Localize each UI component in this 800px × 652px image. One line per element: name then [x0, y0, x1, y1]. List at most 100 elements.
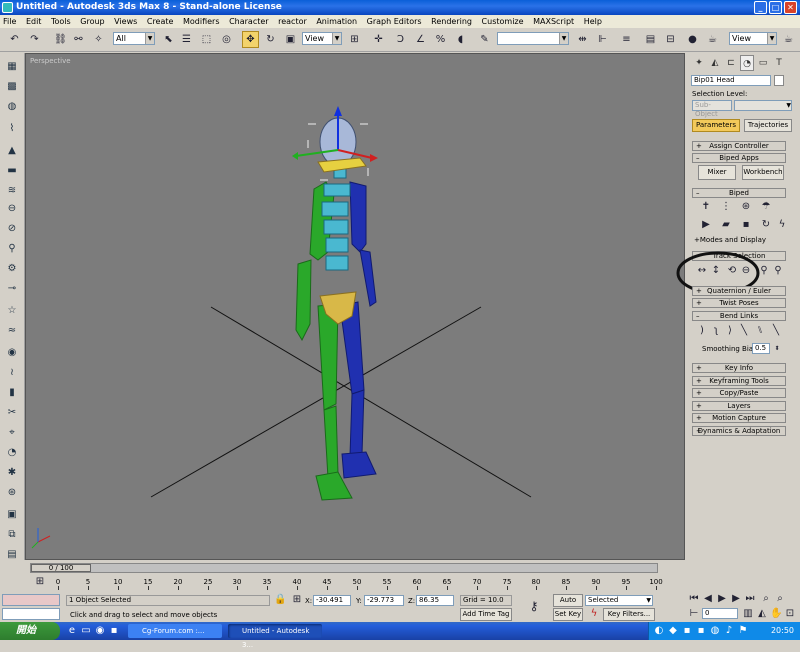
mixer-button[interactable]: Mixer: [698, 165, 736, 180]
tray-icon-5[interactable]: ◍: [709, 625, 721, 637]
selection-region-icon[interactable]: ⬚: [198, 31, 215, 48]
biped-rollout[interactable]: Biped: [692, 188, 786, 198]
opposite-icon[interactable]: ⚲: [772, 265, 784, 277]
selection-filter-select[interactable]: All ▼: [113, 32, 155, 45]
zoom-icon[interactable]: ⌕: [760, 593, 772, 605]
convert-icon[interactable]: ↻: [760, 219, 772, 231]
tab-parameters[interactable]: Parameters: [692, 119, 740, 132]
rope-collection-icon[interactable]: ⌇: [4, 121, 20, 136]
select-and-scale-icon[interactable]: ▣: [282, 31, 299, 48]
select-and-rotate-icon[interactable]: ↻: [262, 31, 279, 48]
twist-poses-rollout[interactable]: Twist Poses: [692, 298, 786, 308]
car-wheel-icon[interactable]: ⊸: [4, 281, 20, 296]
named-selection-select[interactable]: ▼: [497, 32, 569, 45]
time-slider[interactable]: 0 / 100: [30, 563, 658, 573]
tray-icon-4[interactable]: ▪: [695, 625, 707, 637]
snap-toggle-icon[interactable]: Ɔ: [392, 31, 409, 48]
key-mode-select[interactable]: Selected ▼: [585, 595, 653, 606]
minimize-button[interactable]: _: [754, 1, 767, 14]
preview-animation-icon[interactable]: ▣: [4, 507, 20, 522]
fracture-break-icon[interactable]: ✂: [4, 405, 20, 420]
key-info-rollout[interactable]: Key Info: [692, 363, 786, 373]
water-icon[interactable]: ≈: [4, 323, 20, 338]
task-cg-forum[interactable]: Cg-Forum.com :...: [128, 624, 222, 638]
mirror-icon[interactable]: ⇹: [574, 31, 591, 48]
toy-car-icon[interactable]: ▮: [4, 385, 20, 400]
spinner-snap-icon[interactable]: ◖: [452, 31, 469, 48]
time-slider-thumb[interactable]: 0 / 100: [31, 564, 91, 572]
key-mode-toggle-icon[interactable]: ⊢: [688, 608, 700, 620]
rigid-body-collection-icon[interactable]: ▦: [4, 59, 20, 74]
create-animation-icon[interactable]: ⧉: [4, 527, 20, 542]
redo-icon[interactable]: ↷: [26, 31, 43, 48]
set-key-filter-icon[interactable]: ϟ: [588, 608, 600, 620]
modify-tab-icon[interactable]: ◭: [708, 55, 722, 71]
motor-icon[interactable]: ◉: [4, 345, 20, 360]
layer-manager-icon[interactable]: ≡: [618, 31, 635, 48]
menu-create[interactable]: Create: [147, 17, 174, 26]
deforming-mesh-icon[interactable]: ▲: [4, 143, 20, 158]
menu-edit[interactable]: Edit: [26, 17, 42, 26]
next-frame-icon[interactable]: ▶: [730, 593, 742, 605]
zero-all-icon[interactable]: ╲: [770, 325, 782, 337]
twist-individual-icon[interactable]: ⟩: [724, 325, 736, 337]
percent-snap-icon[interactable]: %: [432, 31, 449, 48]
mixer-mode-icon[interactable]: ☂: [760, 201, 772, 213]
go-to-end-icon[interactable]: ⏭: [744, 593, 756, 605]
angle-snap-icon[interactable]: ∠: [412, 31, 429, 48]
select-and-move-icon[interactable]: ✥: [242, 31, 259, 48]
window-crossing-icon[interactable]: ◎: [218, 31, 235, 48]
select-object-icon[interactable]: ⬉: [160, 31, 177, 48]
pivot-center-icon[interactable]: ⊞: [346, 31, 363, 48]
hierarchy-tab-icon[interactable]: ⊏: [724, 55, 738, 71]
undo-icon[interactable]: ↶: [6, 31, 23, 48]
load-file-icon[interactable]: ▰: [720, 219, 732, 231]
key-icon[interactable]: ⚷: [528, 600, 540, 612]
menu-maxscript[interactable]: MAXScript: [533, 17, 574, 26]
object-name-field[interactable]: Bip01 Head: [691, 75, 771, 86]
close-button[interactable]: ✕: [784, 1, 797, 14]
menu-rendering[interactable]: Rendering: [431, 17, 472, 26]
material-editor-icon[interactable]: ●: [684, 31, 701, 48]
ragdoll-icon[interactable]: ✱: [4, 465, 20, 480]
zoom-all-icon[interactable]: ⌕: [774, 593, 786, 605]
workbench-button[interactable]: Workbench: [742, 165, 784, 180]
display-tab-icon[interactable]: ▭: [756, 55, 770, 71]
menu-customize[interactable]: Customize: [482, 17, 524, 26]
menu-reactor[interactable]: reactor: [278, 17, 307, 26]
dashpot-icon[interactable]: ⌖: [4, 425, 20, 440]
render-type-select[interactable]: View ▼: [729, 32, 777, 45]
cloth-collection-icon[interactable]: ▩: [4, 79, 20, 94]
start-button[interactable]: 開始: [0, 622, 60, 640]
soft-body-collection-icon[interactable]: ◍: [4, 99, 20, 114]
menu-animation[interactable]: Animation: [316, 17, 357, 26]
biped-apps-rollout[interactable]: Biped Apps: [692, 153, 786, 163]
menu-help[interactable]: Help: [584, 17, 602, 26]
spring-icon[interactable]: ≋: [4, 183, 20, 198]
menu-file[interactable]: File: [3, 17, 16, 26]
reference-coordinate-select[interactable]: View ▼: [302, 32, 342, 45]
point-point-icon[interactable]: ⚲: [4, 241, 20, 256]
tray-icon-7[interactable]: ⚑: [737, 625, 749, 637]
y-coordinate-field[interactable]: -29.773: [364, 595, 404, 606]
layers-rollout[interactable]: Layers: [692, 401, 786, 411]
add-time-tag-button[interactable]: Add Time Tag: [460, 608, 512, 621]
plane-icon[interactable]: ▬: [4, 163, 20, 178]
save-file-icon[interactable]: ▪: [740, 219, 752, 231]
render-scene-icon[interactable]: ☕: [704, 31, 721, 48]
x-coordinate-field[interactable]: -30.491: [313, 595, 351, 606]
smooth-twist-icon[interactable]: ╲: [738, 325, 750, 337]
ball-socket-icon[interactable]: ◔: [4, 445, 20, 460]
auto-key-button[interactable]: Auto Key: [553, 594, 583, 615]
assign-controller-rollout[interactable]: Assign Controller: [692, 141, 786, 151]
maximize-viewport-icon[interactable]: ⊡: [784, 608, 796, 620]
create-tab-icon[interactable]: ✦: [692, 55, 706, 71]
track-bar[interactable]: 0 5 10 15 20 25 30 35 40 45 50 55 60 65 70 75 80 85 90 95 10…: [56, 578, 663, 590]
tray-icon-3[interactable]: ▪: [681, 625, 693, 637]
bend-links-rollout[interactable]: Bend Links: [692, 311, 786, 321]
field-of-view-icon[interactable]: ◭: [756, 608, 768, 620]
menu-modifiers[interactable]: Modifiers: [183, 17, 220, 26]
tray-icon-1[interactable]: ◐: [653, 625, 665, 637]
play-icon[interactable]: ▶: [716, 593, 728, 605]
object-color-swatch[interactable]: [774, 75, 784, 86]
